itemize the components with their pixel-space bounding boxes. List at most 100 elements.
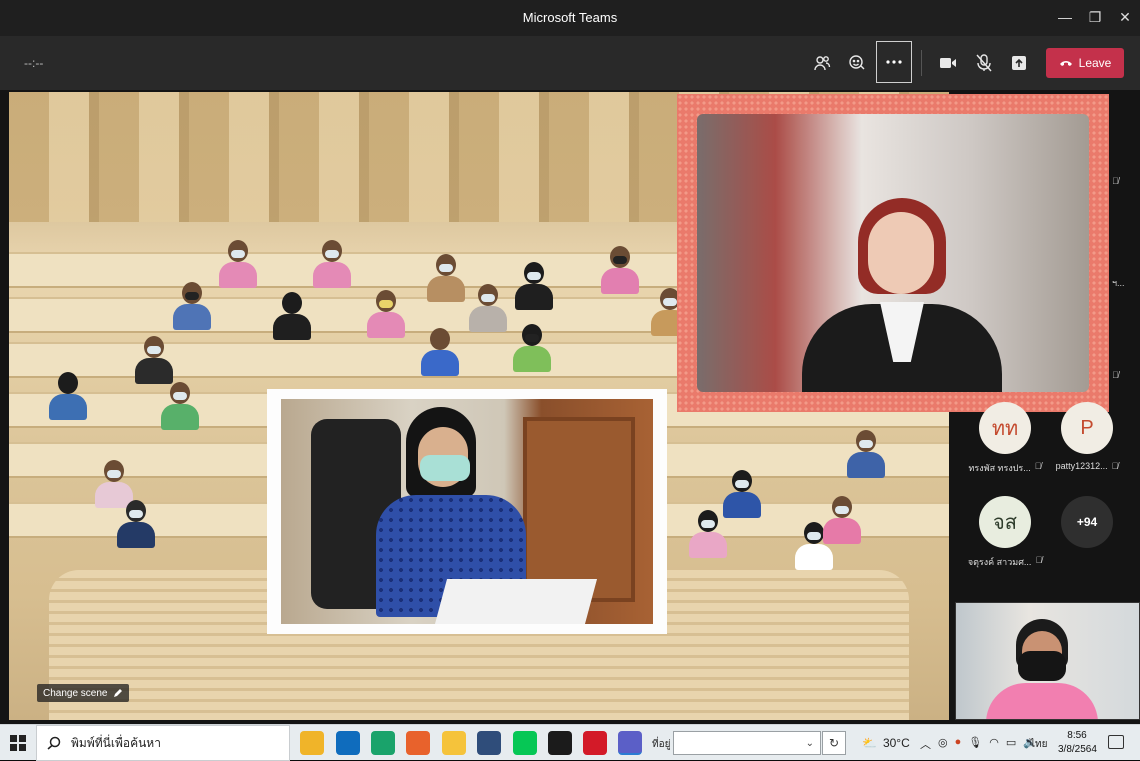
participant-seat (47, 372, 89, 420)
wifi-icon[interactable]: ◠ (989, 736, 999, 752)
microphone-button[interactable] (967, 46, 1001, 80)
dropbox-icon[interactable] (548, 731, 572, 755)
teams-icon[interactable] (618, 731, 642, 755)
opera-icon[interactable] (583, 731, 607, 755)
meeting-toolbar: --:-- Leave (0, 36, 1140, 90)
address-toolbar-label: ที่อยู่ (652, 739, 671, 750)
participant-video-feed (281, 399, 653, 624)
camera-icon (940, 58, 956, 68)
dell-icon[interactable] (477, 731, 501, 755)
chevron-down-icon: ⌄ (805, 737, 814, 749)
weather-widget[interactable]: ⛅ 30°C (862, 736, 910, 750)
firefox-icon[interactable] (406, 731, 430, 755)
avatar: P (1061, 402, 1113, 454)
maximize-button[interactable]: ❐ (1080, 6, 1110, 28)
overflow-count: +94 (1061, 496, 1113, 548)
clock-date: 3/8/2564 (1058, 744, 1097, 755)
change-scene-label: Change scene (43, 687, 108, 699)
address-input[interactable]: ⌄ (673, 731, 821, 755)
clock-time: 8:56 (1067, 730, 1087, 741)
share-icon (1012, 56, 1026, 70)
participant-name: จตุรงค์ สาวมศ... (967, 557, 1032, 567)
participant-seat (133, 336, 175, 384)
participant-seat (687, 510, 729, 558)
more-options-button[interactable] (876, 41, 912, 83)
microphone-icon[interactable]: 🎙 (968, 736, 982, 752)
participant-seat (845, 430, 887, 478)
battery-icon[interactable]: ▭ (1006, 736, 1016, 752)
show-participants-button[interactable] (805, 46, 839, 80)
mic-off-icon: 🎙̸ (1034, 461, 1042, 471)
edge-icon[interactable] (371, 731, 395, 755)
taskbar-search[interactable]: พิมพ์ที่นี่เพื่อค้นหา (36, 725, 290, 761)
window-titlebar: Microsoft Teams — ❐ ✕ (0, 0, 1140, 36)
taskbar-clock[interactable]: 8:56 3/8/2564 (1058, 729, 1097, 757)
mic-off-icon: 🎙̸ (1035, 555, 1043, 565)
participant-seat (425, 254, 467, 302)
mic-off-icon: 🎙̸ (1111, 461, 1119, 471)
participant-seat (467, 284, 509, 332)
network-icon[interactable]: ◎ (938, 736, 948, 752)
change-scene-button[interactable]: Change scene (37, 684, 129, 702)
chevron-up-icon[interactable]: ︿ (920, 736, 931, 752)
meeting-timer: --:-- (24, 56, 44, 70)
pencil-icon (113, 689, 122, 697)
pinned-participant-video[interactable] (267, 389, 667, 634)
mail-icon[interactable] (336, 731, 360, 755)
avatar: ทท (979, 402, 1031, 454)
weather-temp: 30°C (882, 736, 910, 750)
minimize-button[interactable]: — (1050, 6, 1080, 28)
participant-seat (311, 240, 353, 288)
refresh-button[interactable]: ↻ (822, 731, 846, 755)
self-preview-video[interactable] (955, 602, 1140, 720)
chrome-icon[interactable] (442, 731, 466, 755)
camera-button[interactable] (931, 46, 965, 80)
search-placeholder: พิมพ์ที่นี่เพื่อค้นหา (71, 735, 161, 750)
participant-seat (419, 328, 461, 376)
participant-seat (821, 496, 863, 544)
line-icon[interactable] (513, 731, 537, 755)
search-icon (47, 736, 61, 750)
more-participants-button[interactable]: +94 (1046, 496, 1128, 548)
windows-taskbar: พิมพ์ที่นี่เพื่อค้นหา ที่อยู่ ⌄ ↻ ⛅ 30°C… (0, 724, 1140, 761)
participant-seat (171, 282, 213, 330)
participant-seat (365, 290, 407, 338)
share-content-button[interactable] (1002, 46, 1036, 80)
notifications-icon[interactable] (1108, 735, 1124, 749)
participant-seat (599, 246, 641, 294)
participant-tile[interactable]: P patty12312... 🎙̸ (1046, 402, 1128, 471)
people-icon (814, 56, 831, 71)
windows-logo-icon (10, 735, 17, 742)
input-language[interactable]: ไทย (1030, 737, 1047, 752)
leave-button[interactable]: Leave (1046, 48, 1124, 78)
weather-icon: ⛅ (862, 736, 877, 750)
system-tray: ︿ ◎ ● 🎙 ◠ ▭ 🔈 (920, 736, 1037, 752)
participant-seat (271, 292, 313, 340)
desk-papers (434, 579, 598, 624)
participant-seat (217, 240, 259, 288)
start-button[interactable] (10, 735, 26, 751)
meeting-stage: Change scene 🎙̸ ฯ... 🎙̸ ทท ทรงพัส ทรงปร.… (0, 90, 1140, 724)
participant-seat (115, 500, 157, 548)
participant-tile[interactable]: ทท ทรงพัส ทรงปร... 🎙̸ (964, 402, 1046, 475)
refresh-icon: ↻ (828, 736, 840, 750)
participant-name: patty12312... (1055, 461, 1108, 471)
hang-up-icon (1059, 61, 1072, 66)
participant-tile[interactable]: จส จตุรงค์ สาวมศ... 🎙̸ (964, 496, 1046, 569)
file-explorer-icon[interactable] (300, 731, 324, 755)
avatar: จส (979, 496, 1031, 548)
more-options-icon (886, 60, 902, 64)
window-title: Microsoft Teams (522, 10, 618, 25)
leave-label: Leave (1078, 56, 1112, 70)
participant-seat (511, 324, 553, 372)
security-icon[interactable]: ● (955, 736, 962, 752)
participant-seat (513, 262, 555, 310)
toolbar-separator (921, 50, 922, 76)
reactions-icon (849, 55, 865, 70)
participant-seat (159, 382, 201, 430)
participant-name: ทรงพัส ทรงปร... (968, 463, 1031, 473)
reactions-button[interactable] (840, 46, 874, 80)
close-button[interactable]: ✕ (1110, 6, 1140, 28)
mic-off-icon (976, 54, 992, 72)
bookcase (523, 417, 635, 602)
